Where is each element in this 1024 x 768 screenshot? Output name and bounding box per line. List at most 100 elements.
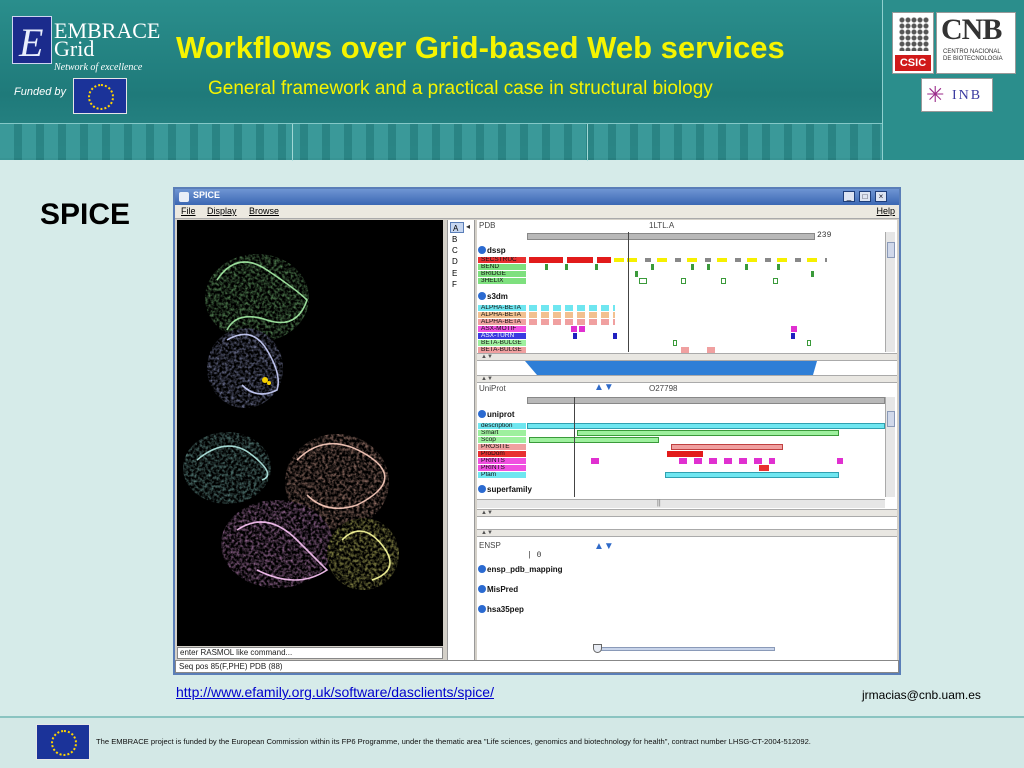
track-asx-motif[interactable]: ASX-MOTIF	[478, 326, 526, 332]
scroll-thumb[interactable]: ||	[657, 500, 661, 507]
feature-strand-group[interactable]	[627, 258, 827, 262]
feature-beta-bulge[interactable]	[673, 340, 677, 346]
feature-beta-bulge[interactable]	[807, 340, 811, 346]
feature-bend[interactable]	[691, 264, 694, 270]
das-source-s3dm[interactable]: s3dm	[478, 292, 508, 301]
close-button[interactable]: ×	[875, 191, 887, 202]
chain-item-d[interactable]: D	[450, 256, 464, 267]
feature-smart[interactable]	[577, 430, 839, 436]
cnb-small-label: CENTRO NACIONAL DE BIOTECNOLOGIA	[943, 49, 1003, 62]
track-bridge[interactable]: BRIDGE	[478, 271, 526, 277]
uniprot-vertical-scrollbar[interactable]	[885, 397, 895, 497]
zoom-slider[interactable]	[595, 647, 775, 651]
das-source-dssp[interactable]: dssp	[478, 246, 506, 255]
track-prints[interactable]: PRINTS	[478, 458, 526, 464]
track-prints[interactable]: PRINTS	[478, 465, 526, 471]
feature-group-prints[interactable]	[679, 458, 775, 464]
track-scop[interactable]: Scop	[478, 437, 526, 443]
track-alpha-beta[interactable]: ALPHA-BETA	[478, 319, 526, 325]
feature-asx-motif[interactable]	[791, 326, 797, 332]
uniprot-horizontal-scrollbar[interactable]: ||	[477, 499, 885, 508]
das-source-mispred[interactable]: MisPred	[478, 585, 518, 594]
panel-divider[interactable]: ▲▼	[477, 353, 897, 361]
chain-item-a[interactable]: A	[450, 222, 464, 233]
feature-prints[interactable]	[837, 458, 843, 464]
feature-bend[interactable]	[565, 264, 568, 270]
feature-description[interactable]	[527, 423, 885, 429]
feature-helix[interactable]	[597, 257, 611, 263]
track-prosite[interactable]: PROSITE	[478, 444, 526, 450]
track-alpha-beta[interactable]: ALPHA-BETA	[478, 305, 526, 311]
track-asx-turn[interactable]: ASX-TURN	[478, 333, 526, 339]
track-pfam[interactable]: Pfam	[478, 472, 526, 478]
feature-bend[interactable]	[777, 264, 780, 270]
feature-bridge[interactable]	[635, 271, 638, 277]
feature-bend[interactable]	[545, 264, 548, 270]
slide-title: Workflows over Grid-based Web services	[176, 30, 785, 65]
chain-item-c[interactable]: C	[450, 245, 464, 256]
structure-3d-view[interactable]	[177, 220, 443, 646]
panel-divider[interactable]: ▲▼	[477, 375, 897, 383]
feature-bridge[interactable]	[811, 271, 814, 277]
panel-divider[interactable]: ▲▼	[477, 509, 897, 517]
feature-3helix[interactable]	[721, 278, 726, 284]
feature-strand[interactable]	[614, 258, 624, 262]
chain-item-e[interactable]: E	[450, 268, 464, 279]
feature-asx-turn[interactable]	[613, 333, 617, 339]
feature-3helix[interactable]	[773, 278, 778, 284]
feature-group-alpha-beta[interactable]	[529, 312, 615, 318]
maximize-button[interactable]: □	[859, 191, 871, 202]
track-3helix[interactable]: 3HELIX	[478, 278, 526, 284]
feature-3helix[interactable]	[639, 278, 647, 284]
chain-item-b[interactable]: B	[450, 234, 464, 245]
track-bend[interactable]: BEND	[478, 264, 526, 270]
feature-3helix[interactable]	[681, 278, 686, 284]
menu-file[interactable]: File	[181, 206, 196, 216]
feature-helix[interactable]	[529, 257, 563, 263]
feature-bend[interactable]	[595, 264, 598, 270]
feature-group-alpha-beta[interactable]	[529, 305, 615, 311]
track-description[interactable]: description	[478, 423, 526, 429]
spice-window[interactable]: SPICE _ □ × File Display Browse Help ent…	[173, 187, 901, 675]
uniprot-nav-arrows[interactable]: ▲▼	[594, 382, 614, 393]
das-source-hsa35pep[interactable]: hsa35pep	[478, 605, 524, 614]
minimize-button[interactable]: _	[843, 191, 855, 202]
das-source-uniprot[interactable]: uniprot	[478, 410, 515, 419]
uniprot-accession: O27798	[649, 384, 678, 393]
feature-asx-turn[interactable]	[791, 333, 795, 339]
track-smart[interactable]: Smart	[478, 430, 526, 436]
feature-prosite[interactable]	[671, 444, 783, 450]
chain-item-f[interactable]: F	[450, 279, 464, 290]
feature-pfam[interactable]	[665, 472, 839, 478]
feature-group-alpha-beta[interactable]	[529, 319, 615, 325]
zoom-slider-knob[interactable]	[593, 644, 602, 653]
track-alpha-beta[interactable]: ALPHA-BETA	[478, 312, 526, 318]
feature-asx-motif[interactable]	[571, 326, 585, 332]
panel-divider[interactable]: ▲▼	[477, 529, 897, 537]
feature-scop[interactable]	[529, 437, 659, 443]
ensp-nav-arrows[interactable]: ▲▼	[594, 541, 614, 552]
track-secstruc[interactable]: SECSTRUC	[478, 257, 526, 263]
spice-url-link[interactable]: http://www.efamily.org.uk/software/dascl…	[176, 684, 494, 700]
feature-prints[interactable]	[759, 465, 769, 471]
logo-tagline: Network of excellence	[54, 62, 143, 73]
window-titlebar[interactable]: SPICE _ □ ×	[175, 189, 899, 205]
menu-display[interactable]: Display	[207, 206, 237, 216]
menu-help[interactable]: Help	[876, 206, 895, 216]
track-beta-bulge[interactable]: BETA-BULGE	[478, 340, 526, 346]
pdb-vertical-scrollbar[interactable]	[885, 232, 895, 352]
feature-bend[interactable]	[651, 264, 654, 270]
feature-prodom[interactable]	[667, 451, 703, 457]
feature-asx-turn[interactable]	[573, 333, 577, 339]
feature-bend[interactable]	[745, 264, 748, 270]
collapse-arrow-icon[interactable]: ◂	[466, 222, 470, 231]
feature-prints[interactable]	[591, 458, 599, 464]
feature-helix[interactable]	[567, 257, 593, 263]
das-source-ensp-pdb-mapping[interactable]: ensp_pdb_mapping	[478, 565, 563, 574]
feature-bend[interactable]	[707, 264, 710, 270]
track-prodom[interactable]: ProDom	[478, 451, 526, 457]
rasmol-command-input[interactable]: enter RASMOL like command...	[177, 647, 443, 659]
menu-browse[interactable]: Browse	[249, 206, 279, 216]
das-source-superfamily[interactable]: superfamily	[478, 485, 532, 494]
cursor-line	[628, 232, 629, 352]
